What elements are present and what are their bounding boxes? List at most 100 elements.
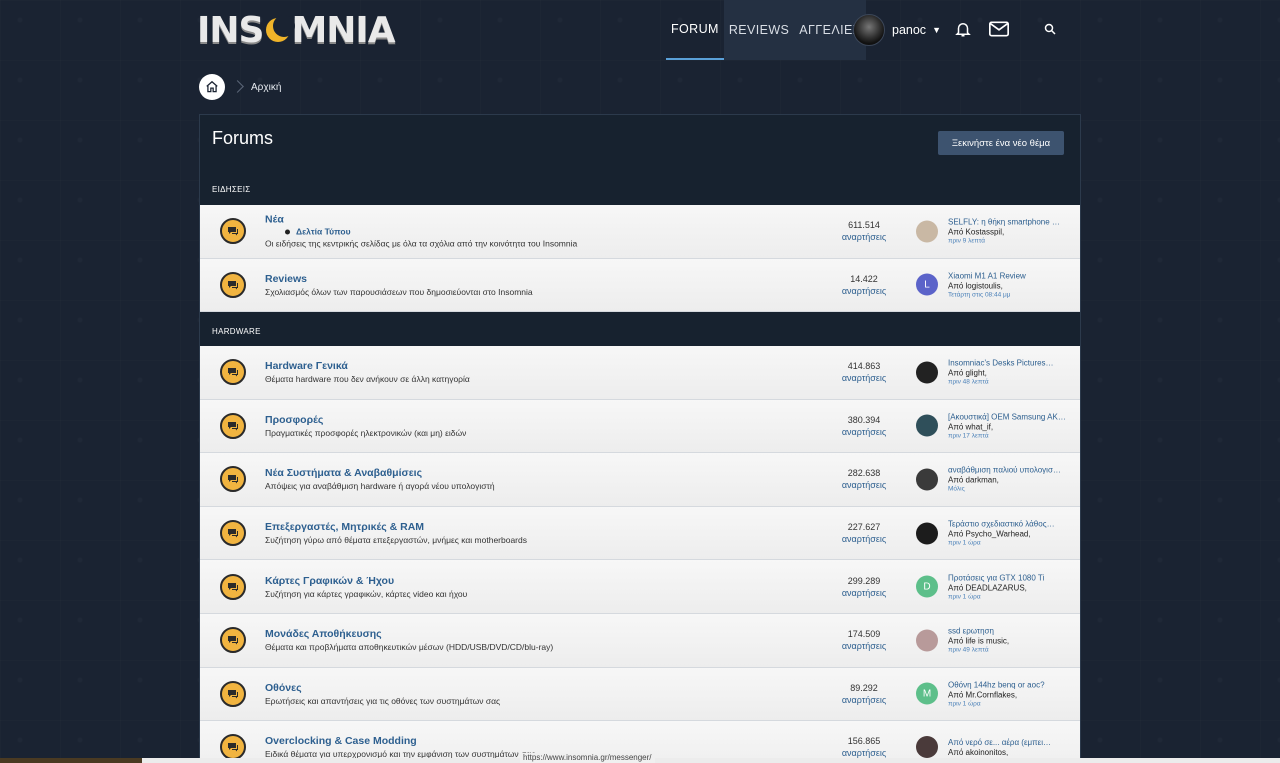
last-post: Insomniac's Desks Pictures… Από glight, πρ… — [916, 359, 1076, 386]
last-post-avatar[interactable] — [916, 361, 938, 384]
forum-stats: 89.292 αναρτήσεις — [820, 683, 908, 705]
forum-title-link[interactable]: Μονάδες Αποθήκευσης — [265, 628, 553, 640]
last-post-title-link[interactable]: Insomniac's Desks Pictures… — [948, 359, 1066, 368]
post-count-label[interactable]: αναρτήσεις — [820, 480, 908, 490]
post-count-label[interactable]: αναρτήσεις — [820, 641, 908, 651]
forum-description: Θέματα hardware που δεν ανήκουν σε άλλη … — [265, 374, 470, 385]
tab-forum[interactable]: FORUM — [666, 0, 724, 60]
last-post-author[interactable]: Από darkman, — [948, 476, 1066, 485]
last-post-author[interactable]: Από Kostasspil, — [948, 228, 1066, 237]
post-count-label[interactable]: αναρτήσεις — [820, 232, 908, 242]
user-avatar[interactable] — [853, 14, 885, 46]
last-post-title-link[interactable]: Προτάσεις για GTX 1080 Ti — [948, 573, 1066, 582]
last-post-author[interactable]: Από DEADLAZARUS, — [948, 583, 1066, 592]
forum-description: Απόψεις για αναβάθμιση hardware ή αγορά … — [265, 481, 495, 492]
last-post-time[interactable]: πριν 1 ώρα — [948, 593, 1066, 600]
last-post-title-link[interactable]: Από νερό σε... αέρα (εμπει… — [948, 738, 1066, 747]
post-count-label[interactable]: αναρτήσεις — [820, 373, 908, 383]
forum-description: Θέματα και προβλήματα αποθηκευτικών μέσω… — [265, 642, 554, 653]
tab-reviews[interactable]: REVIEWS — [723, 0, 795, 60]
last-post-time[interactable]: πριν 1 ώρα — [948, 700, 1066, 707]
category-news-list: Νέα Δελτία Τύπου Οι ειδήσεις της κεντρικής… — [200, 205, 1080, 313]
last-post-avatar[interactable] — [916, 522, 938, 545]
last-post-info: Xiaomi M1 A1 Review Από logistoulis, Τετάρ… — [948, 271, 1066, 298]
forums-panel: Forums Ξεκινήστε ένα νέο θέμα ΕΙΔΗΣΕΙΣ Ν… — [199, 114, 1081, 763]
last-post-info: Προτάσεις για GTX 1080 Ti Από DEADLAZARUS… — [948, 573, 1066, 600]
last-post: αναβάθμιση παλιού υπολογισ… Από darkman, Μ… — [916, 466, 1076, 493]
post-count-label[interactable]: αναρτήσεις — [820, 588, 908, 598]
last-post-author[interactable]: Από akoinonitos, — [948, 748, 1066, 757]
forum-row: Επεξεργαστές, Μητρικές & RAM Συζήτηση γύρ… — [200, 506, 1080, 561]
chevron-down-icon[interactable]: ▼ — [932, 25, 941, 35]
last-post-time[interactable]: Μόλις — [948, 486, 1066, 493]
search-icon[interactable] — [1039, 18, 1061, 40]
category-title-hardware[interactable]: HARDWARE — [212, 327, 261, 336]
last-post-info: ssd ερωτηση Από life is music, πριν 49 λεπ… — [948, 627, 1066, 654]
last-post-author[interactable]: Από Psycho_Warhead, — [948, 530, 1066, 539]
post-count-label[interactable]: αναρτήσεις — [820, 286, 908, 296]
last-post-title-link[interactable]: ssd ερωτηση — [948, 627, 1066, 636]
last-post-title-link[interactable]: Οθόνη 144hz benq or aoc? — [948, 680, 1066, 689]
last-post-avatar[interactable] — [916, 220, 938, 243]
forum-title-link[interactable]: Νέα Συστήματα & Αναβαθμίσεις — [265, 467, 495, 479]
last-post-avatar[interactable] — [916, 736, 938, 759]
forum-description: Ερωτήσεις και απαντήσεις για τις οθόνες … — [265, 695, 501, 706]
subforum-link[interactable]: Δελτία Τύπου — [296, 227, 351, 237]
bell-icon[interactable] — [952, 18, 974, 40]
forum-title-link[interactable]: Κάρτες Γραφικών & Ήχου — [265, 575, 467, 587]
category-title-news[interactable]: ΕΙΔΗΣΕΙΣ — [212, 185, 251, 194]
forum-text: Hardware Γενικά Θέματα hardware που δεν α… — [265, 360, 470, 384]
last-post-time[interactable]: πριν 48 λεπτά — [948, 379, 1066, 386]
last-post-title-link[interactable]: αναβάθμιση παλιού υπολογισ… — [948, 466, 1066, 475]
logo-text-left: INS — [197, 9, 264, 51]
last-post-time[interactable]: Τετάρτη στις 08:44 μμ — [948, 291, 1066, 298]
forum-chat-icon — [220, 734, 246, 761]
post-count: 14.422 — [850, 273, 878, 284]
last-post-time[interactable]: πριν 9 λεπτά — [948, 238, 1066, 245]
forum-text: Overclocking & Case Modding Ειδικά θέματα… — [265, 735, 535, 759]
last-post-avatar[interactable]: L — [916, 273, 938, 296]
forum-description: Σχολιασμός όλων των παρουσιάσεων που δημ… — [265, 286, 533, 297]
breadcrumb-separator-icon — [233, 77, 243, 97]
last-post-time[interactable]: πριν 17 λεπτά — [948, 432, 1066, 439]
post-count: 156.865 — [847, 736, 881, 747]
last-post-author[interactable]: Από Mr.Cornflakes, — [948, 690, 1066, 699]
post-count-label[interactable]: αναρτήσεις — [820, 534, 908, 544]
last-post-avatar[interactable] — [916, 468, 938, 491]
forum-chat-icon — [220, 520, 246, 547]
last-post-author[interactable]: Από life is music, — [948, 637, 1066, 646]
last-post-avatar[interactable] — [916, 629, 938, 652]
forum-title-link[interactable]: Προσφορές — [265, 414, 466, 426]
forum-title-link[interactable]: Overclocking & Case Modding — [265, 735, 535, 747]
last-post-title-link[interactable]: SELFLY: η θήκη smartphone … — [948, 218, 1066, 227]
breadcrumb-home-link[interactable]: Αρχική — [251, 82, 281, 93]
last-post-time[interactable]: πριν 49 λεπτά — [948, 647, 1066, 654]
last-post-avatar[interactable]: D — [916, 575, 938, 598]
new-topic-button[interactable]: Ξεκινήστε ένα νέο θέμα — [938, 131, 1064, 155]
forum-title-link[interactable]: Οθόνες — [265, 682, 500, 694]
last-post-time[interactable]: πριν 1 ώρα — [948, 540, 1066, 547]
main-nav: FORUM REVIEWS ΑΓΓΕΛΙΕΣ — [666, 0, 866, 60]
last-post-title-link[interactable]: Xiaomi M1 A1 Review — [948, 271, 1066, 280]
username[interactable]: panoc — [892, 23, 926, 37]
last-post-author[interactable]: Από what_if, — [948, 422, 1066, 431]
post-count: 89.292 — [850, 682, 878, 693]
home-icon[interactable] — [199, 74, 225, 100]
last-post-author[interactable]: Από logistoulis, — [948, 281, 1066, 290]
last-post-title-link[interactable]: [Ακουστικά] OEM Samsung AK… — [948, 412, 1066, 421]
forum-title-link[interactable]: Επεξεργαστές, Μητρικές & RAM — [265, 521, 527, 533]
forum-stats: 227.627 αναρτήσεις — [820, 522, 908, 544]
last-post-author[interactable]: Από glight, — [948, 369, 1066, 378]
post-count-label[interactable]: αναρτήσεις — [820, 695, 908, 705]
site-logo[interactable]: INS MNIA — [197, 9, 396, 51]
forum-title-link[interactable]: Reviews — [265, 273, 533, 285]
post-count-label[interactable]: αναρτήσεις — [820, 748, 908, 758]
last-post-title-link[interactable]: Τεράστιο σχεδιαστικό λάθος… — [948, 520, 1066, 529]
forum-title-link[interactable]: Hardware Γενικά — [265, 360, 470, 372]
last-post-avatar[interactable] — [916, 414, 938, 437]
post-count-label[interactable]: αναρτήσεις — [820, 427, 908, 437]
forum-title-link[interactable]: Νέα — [265, 214, 577, 226]
envelope-icon[interactable] — [988, 18, 1010, 40]
user-menu[interactable]: panoc ▼ — [853, 14, 941, 46]
last-post-avatar[interactable]: M — [916, 682, 938, 705]
